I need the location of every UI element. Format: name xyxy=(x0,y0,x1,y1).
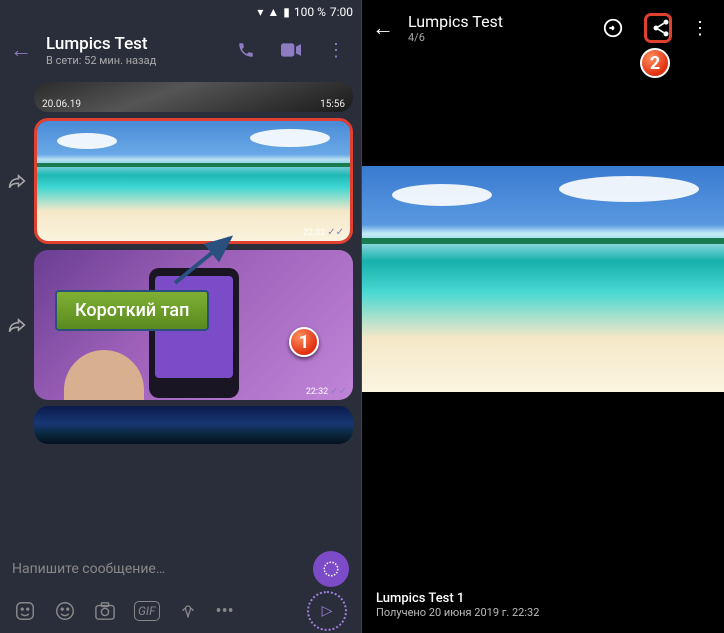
camera-icon[interactable] xyxy=(94,601,116,621)
voice-message-button[interactable]: ▷ xyxy=(307,591,347,631)
read-ticks-icon: ✓✓ xyxy=(327,227,344,238)
clock: 7:00 xyxy=(330,5,353,19)
doodle-icon[interactable] xyxy=(178,601,198,621)
date-chip-time: 15:56 xyxy=(320,99,345,110)
forward-icon[interactable] xyxy=(8,318,28,332)
msg-time: 22:32 xyxy=(306,387,328,397)
viewer-footer-title: Lumpics Test 1 xyxy=(376,591,539,606)
message-input-row: Напишите сообщение… xyxy=(0,549,361,589)
battery-icon: ▮ xyxy=(283,5,290,19)
message-input[interactable]: Напишите сообщение… xyxy=(12,561,305,577)
wifi-icon: ▲ xyxy=(267,5,279,19)
viewer-footer: Lumpics Test 1 Получено 20 июня 2019 г. … xyxy=(376,591,539,619)
back-icon[interactable]: ← xyxy=(372,15,394,41)
message-row: 22:32 ✓✓ xyxy=(8,118,353,244)
call-icon[interactable] xyxy=(231,41,261,59)
viewer-image[interactable] xyxy=(362,166,724,392)
chat-subtitle: В сети: 52 мин. назад xyxy=(46,54,217,67)
viewer-counter: 4/6 xyxy=(408,31,588,44)
msg-time: 22:32 xyxy=(303,228,325,238)
chat-header: ← Lumpics Test В сети: 52 мин. назад ⋮ xyxy=(0,24,361,76)
image-viewer-screen: ← Lumpics Test 4/6 ⋮ 2 Lumpics Test 1 По… xyxy=(362,0,724,633)
step-badge-1: 1 xyxy=(289,327,319,357)
sticker-icon[interactable] xyxy=(14,600,36,622)
battery-percent: 100 % xyxy=(294,5,326,19)
chat-title-block[interactable]: Lumpics Test В сети: 52 мин. назад xyxy=(46,34,217,67)
share-icon[interactable] xyxy=(644,13,672,43)
date-chip: 20.06.19 xyxy=(42,99,81,110)
overflow-icon[interactable]: ⋮ xyxy=(686,18,714,39)
viewer-footer-sub: Получено 20 июня 2019 г. 22:32 xyxy=(376,606,539,619)
back-icon[interactable]: ← xyxy=(10,37,32,63)
more-icon[interactable]: ••• xyxy=(216,601,234,622)
viewer-header: ← Lumpics Test 4/6 ⋮ xyxy=(362,0,724,56)
image-message-night[interactable] xyxy=(34,406,353,444)
image-message[interactable]: 20.06.19 15:56 xyxy=(34,82,353,112)
signal-icon: ▾ xyxy=(257,5,263,19)
step-badge-2: 2 xyxy=(640,48,670,78)
viewer-title-block: Lumpics Test 4/6 xyxy=(408,12,588,44)
video-call-icon[interactable] xyxy=(275,43,307,57)
message-row xyxy=(8,406,353,444)
expand-icon[interactable] xyxy=(602,17,630,39)
annotation-arrow xyxy=(170,228,250,288)
attachment-row: GIF ••• ▷ xyxy=(0,589,361,633)
read-ticks-icon: ✓✓ xyxy=(330,386,347,397)
forward-icon[interactable] xyxy=(8,174,28,188)
annotation-label: Короткий тап xyxy=(55,290,209,331)
status-bar: ▾ ▲ ▮ 100 % 7:00 xyxy=(0,0,361,24)
chat-title: Lumpics Test xyxy=(46,34,217,54)
emoji-icon[interactable] xyxy=(54,600,76,622)
image-message-beach[interactable]: 22:32 ✓✓ xyxy=(34,118,353,244)
gif-icon[interactable]: GIF xyxy=(134,601,160,621)
chat-screen: ▾ ▲ ▮ 100 % 7:00 ← Lumpics Test В сети: … xyxy=(0,0,362,633)
overflow-icon[interactable]: ⋮ xyxy=(321,40,351,61)
viewer-title: Lumpics Test xyxy=(408,12,588,31)
send-button[interactable] xyxy=(313,551,349,587)
message-row: 20.06.19 15:56 xyxy=(8,82,353,112)
